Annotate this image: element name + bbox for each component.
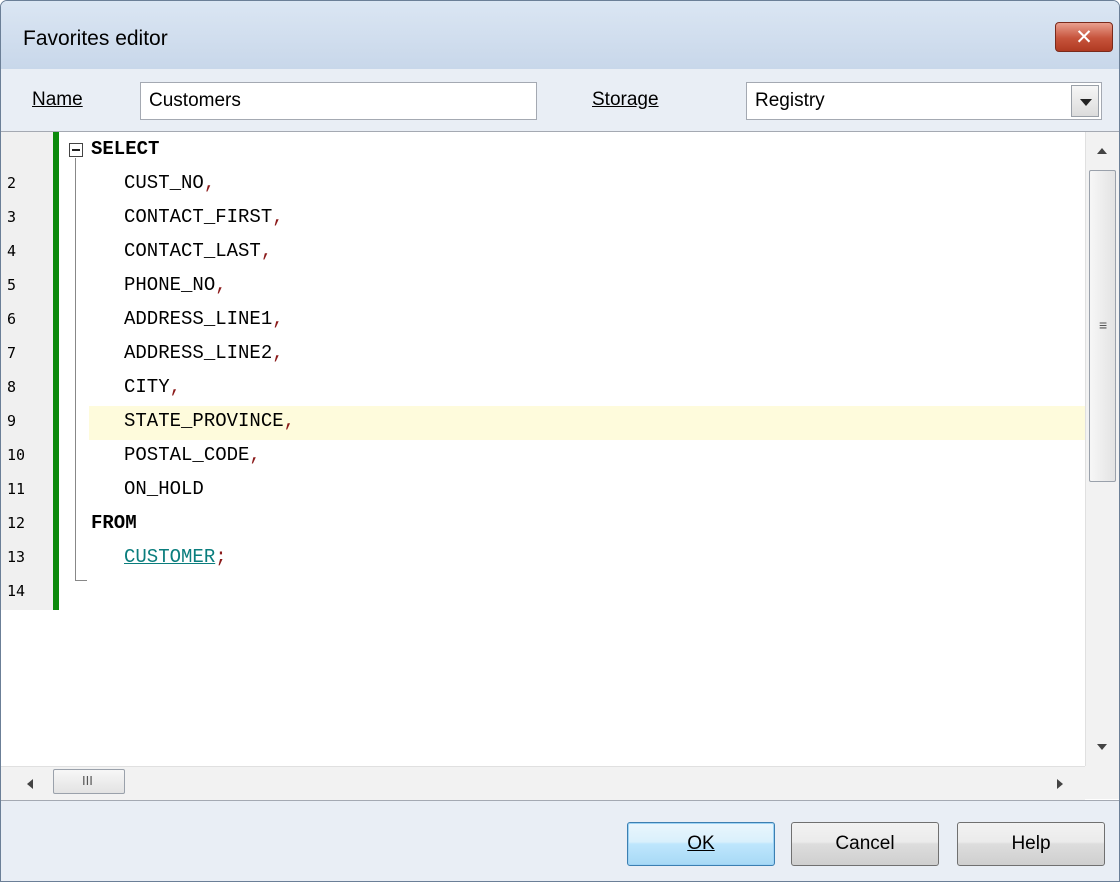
comma: ,: [272, 342, 284, 364]
table-name[interactable]: CUSTOMER: [124, 546, 215, 568]
code-line: ON_HOLD: [124, 478, 204, 500]
column-name: CONTACT_LAST: [124, 240, 261, 262]
column-name: ADDRESS_LINE1: [124, 308, 273, 330]
vertical-scroll-thumb[interactable]: ≡: [1089, 170, 1116, 482]
name-label: Name: [32, 89, 83, 111]
comma: ,: [249, 444, 261, 466]
comma: ,: [169, 376, 182, 398]
line-number: 2: [7, 174, 17, 192]
line-number: 5: [7, 276, 17, 294]
column-name: STATE_PROVINCE: [124, 410, 284, 432]
line-number: 13: [7, 548, 26, 566]
code-line: ADDRESS_LINE2,: [124, 342, 284, 364]
scroll-left-icon[interactable]: [27, 779, 33, 789]
cancel-button[interactable]: Cancel: [791, 822, 939, 866]
chevron-down-icon[interactable]: [1071, 85, 1099, 117]
line-number: 10: [7, 446, 26, 464]
fold-guide-end: [75, 580, 87, 581]
storage-label: Storage: [592, 89, 659, 111]
code-line: CITY,: [124, 376, 181, 398]
line-number: 9: [7, 412, 17, 430]
scrollbar-corner: [1085, 766, 1119, 799]
line-number: 6: [7, 310, 17, 328]
code-line: CUST_NO,: [124, 172, 215, 194]
column-name: CUST_NO: [124, 172, 204, 194]
line-number-gutter: [1, 132, 53, 610]
scroll-up-icon[interactable]: [1097, 148, 1107, 154]
line-number: 3: [7, 208, 17, 226]
code-line: PHONE_NO,: [124, 274, 227, 296]
comma: ,: [283, 410, 296, 432]
window-title: Favorites editor: [23, 27, 168, 50]
line-number: 14: [7, 582, 26, 600]
comma: ,: [215, 274, 227, 296]
dialog-footer: OK Cancel Help: [1, 801, 1119, 881]
code-line: ADDRESS_LINE1,: [124, 308, 284, 330]
name-input[interactable]: Customers: [140, 82, 537, 120]
gutter-empty: [1, 610, 59, 766]
favorites-editor-window: Favorites editor ✕ Name Customers Storag…: [0, 0, 1120, 882]
horizontal-scrollbar[interactable]: III: [1, 766, 1085, 800]
column-name: ON_HOLD: [124, 478, 204, 500]
line-number: 8: [7, 378, 17, 396]
help-button-label: Help: [1011, 833, 1051, 854]
grip-icon: ≡: [1099, 317, 1108, 333]
scroll-down-icon[interactable]: [1097, 744, 1107, 750]
sql-editor[interactable]: 2 3 4 5 6 7 8 9 10 11 12 13 14 SELECT CU…: [1, 131, 1119, 801]
fold-guide-line: [75, 158, 76, 580]
close-icon: ✕: [1075, 25, 1093, 49]
code-line: CUSTOMER;: [124, 546, 227, 568]
column-name: CONTACT_FIRST: [124, 206, 273, 228]
comma: ,: [272, 206, 284, 228]
column-name: ADDRESS_LINE2: [124, 342, 273, 364]
column-name: POSTAL_CODE: [124, 444, 250, 466]
code-line: POSTAL_CODE,: [124, 444, 261, 466]
line-number: 11: [7, 480, 26, 498]
vertical-scrollbar[interactable]: ≡: [1085, 132, 1119, 766]
scroll-right-icon[interactable]: [1057, 779, 1063, 789]
line-number: 7: [7, 344, 17, 362]
ok-button[interactable]: OK: [627, 822, 775, 866]
storage-label-text: Storage: [592, 89, 659, 110]
form-fields: Name Customers Storage Registry: [1, 69, 1119, 131]
fold-toggle-icon[interactable]: [69, 143, 83, 157]
code-line-select: SELECT: [91, 138, 160, 160]
code-line-current: STATE_PROVINCE,: [124, 410, 295, 432]
comma: ,: [203, 172, 216, 194]
code-line-from: FROM: [91, 512, 137, 534]
horizontal-scroll-thumb[interactable]: III: [53, 769, 125, 794]
line-number: 12: [7, 514, 26, 532]
name-label-text: Name: [32, 89, 83, 110]
semicolon: ;: [215, 546, 227, 568]
code-line: CONTACT_FIRST,: [124, 206, 284, 228]
column-name: CITY: [124, 376, 170, 398]
column-name: PHONE_NO: [124, 274, 216, 296]
comma: ,: [260, 240, 273, 262]
grip-icon: III: [82, 773, 93, 788]
cancel-button-label: Cancel: [835, 833, 895, 854]
title-bar: Favorites editor ✕: [1, 1, 1119, 69]
help-button[interactable]: Help: [957, 822, 1105, 866]
ok-button-label: OK: [687, 833, 715, 854]
line-number: 4: [7, 242, 17, 260]
comma: ,: [272, 308, 284, 330]
storage-select[interactable]: Registry: [746, 82, 1102, 120]
storage-select-value: Registry: [755, 90, 825, 111]
close-button[interactable]: ✕: [1055, 22, 1113, 52]
code-line: CONTACT_LAST,: [124, 240, 272, 262]
